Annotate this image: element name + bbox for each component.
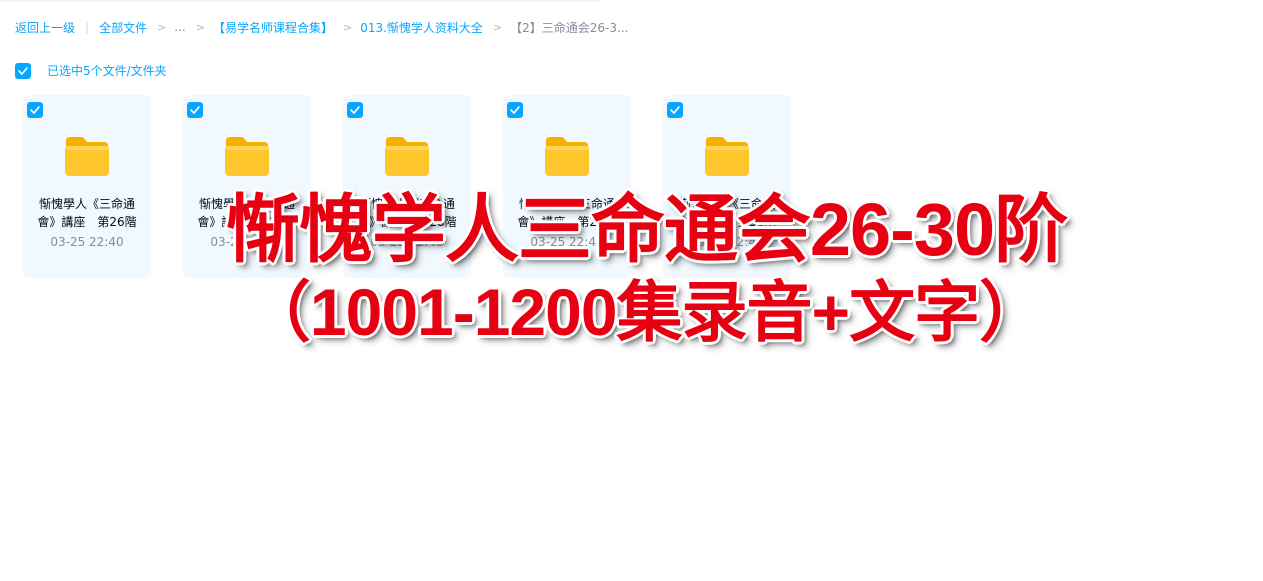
file-checkbox[interactable] xyxy=(347,102,363,118)
check-icon xyxy=(18,66,28,75)
chevron-right-icon: > xyxy=(492,20,503,34)
folder-icon xyxy=(65,137,109,176)
file-checkbox[interactable] xyxy=(187,102,203,118)
check-icon xyxy=(670,106,680,114)
folder-icon xyxy=(225,137,269,176)
overlay-caption: 惭愧学人三命通会26-30阶 （1001-1200集录音+文字） xyxy=(0,188,1263,352)
breadcrumb-ellipsis[interactable]: ... xyxy=(174,20,185,34)
breadcrumb: 返回上一级 | 全部文件 > ... > 【易学名师课程合集】 > 013.惭愧… xyxy=(15,18,628,36)
all-files-link[interactable]: 全部文件 xyxy=(99,19,147,36)
breadcrumb-level1-link[interactable]: 【易学名师课程合集】 xyxy=(213,19,333,36)
folder-icon xyxy=(705,137,749,176)
select-all-checkbox[interactable] xyxy=(15,62,31,79)
breadcrumb-divider: | xyxy=(85,20,90,34)
check-icon xyxy=(350,106,360,114)
overlay-title-line2: （1001-1200集录音+文字） xyxy=(244,275,1045,349)
breadcrumb-current: 【2】三命通会26-3... xyxy=(510,20,629,35)
select-all-row: 已选中5个文件/文件夹 xyxy=(15,62,167,79)
selection-count-label: 已选中5个文件/文件夹 xyxy=(47,64,167,78)
file-checkbox[interactable] xyxy=(27,102,43,118)
chevron-right-icon: > xyxy=(342,20,353,34)
folder-icon xyxy=(385,137,429,176)
check-icon xyxy=(190,106,200,114)
chevron-right-icon: > xyxy=(157,20,167,34)
check-icon xyxy=(510,106,520,114)
check-icon xyxy=(30,106,40,114)
file-checkbox[interactable] xyxy=(667,102,683,118)
back-link[interactable]: 返回上一级 xyxy=(15,19,75,36)
breadcrumb-level2-link[interactable]: 013.惭愧学人资料大全 xyxy=(360,19,483,36)
chevron-right-icon: > xyxy=(195,20,205,34)
overlay-title-line1: 惭愧学人三命通会26-30阶 xyxy=(225,188,1068,271)
file-checkbox[interactable] xyxy=(507,102,523,118)
top-divider xyxy=(0,0,600,2)
folder-icon xyxy=(545,137,589,176)
